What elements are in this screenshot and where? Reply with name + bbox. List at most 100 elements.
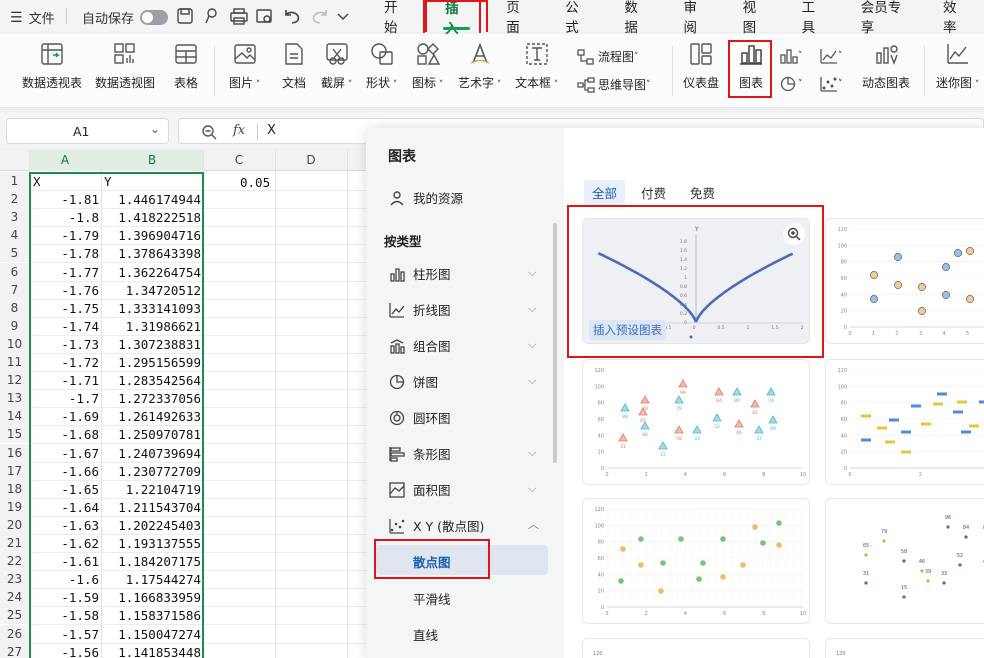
cell-b[interactable]: 1.34720512 — [126, 283, 201, 298]
nav-combo-chart[interactable]: 组合图 — [388, 336, 451, 355]
chart-template-5[interactable]: 120 100 80 60 40 20 0 0 2 4 6 8 10 — [582, 498, 810, 624]
cell-b[interactable]: 1.396904716 — [118, 228, 201, 243]
row-header[interactable]: 17 — [0, 461, 29, 480]
column-chart-dropdown[interactable]: ˅ — [780, 48, 803, 64]
cell-b[interactable]: 1.230772709 — [118, 464, 201, 479]
row-header[interactable]: 12 — [0, 371, 29, 390]
cell-a[interactable]: -1.56 — [61, 645, 99, 658]
line-chart-dropdown[interactable]: ˅ — [820, 48, 843, 64]
dynamic-chart-button[interactable]: 动态图表 — [862, 40, 910, 91]
cell-a[interactable]: -1.77 — [61, 265, 99, 280]
tab-efficiency[interactable]: 效率 — [925, 0, 984, 36]
file-menu[interactable]: ☰ 文件 — [10, 8, 55, 28]
tab-view[interactable]: 视图 — [725, 0, 784, 36]
tab-formula[interactable]: 公式 — [547, 0, 606, 36]
cell-a[interactable]: -1.79 — [61, 228, 99, 243]
picture-button[interactable]: 图片 ˅ — [229, 40, 260, 91]
spreadsheet-grid[interactable]: A B C D 1 X Y 2 -1.81 1.446174944 3 -1.8 1.41822… — [0, 150, 366, 658]
tab-home[interactable]: 开始 — [366, 0, 425, 36]
chart-template-6[interactable]: 96798488655852464631393315 — [825, 498, 984, 624]
row-header[interactable]: 20 — [0, 515, 29, 534]
row-header[interactable]: 3 — [0, 208, 29, 227]
cell-a[interactable]: -1.64 — [61, 500, 99, 515]
cell-a[interactable]: -1.76 — [61, 283, 99, 298]
cell-a[interactable]: -1.7 — [69, 391, 99, 406]
fx-icon[interactable]: fx — [233, 123, 245, 138]
brush-icon[interactable] — [205, 8, 217, 24]
cell-a[interactable]: -1.71 — [61, 373, 99, 388]
row-header[interactable]: 7 — [0, 280, 29, 299]
cell-a[interactable]: -1.67 — [61, 446, 99, 461]
cell-a[interactable]: -1.8 — [69, 210, 99, 225]
chart-template-2[interactable]: 1201008060402000123456 — [825, 218, 984, 344]
col-header-c[interactable]: C — [203, 150, 275, 171]
cell-a[interactable]: -1.66 — [61, 464, 99, 479]
cell-b[interactable]: 1.240739694 — [118, 446, 201, 461]
filter-paid[interactable]: 付费 — [633, 180, 674, 205]
dashboard-button[interactable]: 仪表盘 — [683, 40, 719, 91]
cell-b[interactable]: 1.307238831 — [118, 337, 201, 352]
tab-member[interactable]: 会员专享 — [843, 0, 925, 36]
nav-xy-scatter[interactable]: X Y (散点图) — [388, 516, 484, 535]
textbox-button[interactable]: 文本框 ˅ — [515, 40, 558, 91]
cell-a[interactable]: -1.81 — [61, 192, 99, 207]
cell-b[interactable]: 1.141853448 — [118, 645, 201, 658]
chevron-down-icon[interactable] — [337, 13, 349, 20]
chart-template-7[interactable]: 120 — [582, 638, 810, 658]
row-header[interactable]: 23 — [0, 570, 29, 589]
row-header[interactable]: 25 — [0, 606, 29, 625]
row-header[interactable]: 4 — [0, 226, 29, 245]
chart-template-3[interactable]: 120 100 80 60 40 20 0 0 2 4 6 8 10 88 78 46 79 96 84 80 74 82… — [582, 359, 810, 485]
row-header[interactable]: 13 — [0, 389, 29, 408]
tab-tools[interactable]: 工具 — [784, 0, 843, 36]
cell-a[interactable]: -1.78 — [61, 246, 99, 261]
row-header[interactable]: 16 — [0, 443, 29, 462]
chart-template-4[interactable]: 120100806040200024 — [825, 359, 984, 485]
cell-a[interactable]: -1.75 — [61, 301, 99, 316]
undo-icon[interactable] — [285, 10, 300, 24]
row-header[interactable]: 27 — [0, 642, 29, 658]
cell-a[interactable]: -1.63 — [61, 518, 99, 533]
cell-b[interactable]: 1.418222518 — [118, 210, 201, 225]
row-header[interactable]: 24 — [0, 588, 29, 607]
col-header-a[interactable]: A — [29, 150, 101, 171]
table-button[interactable]: 表格 — [172, 40, 200, 91]
zoom-icon[interactable] — [201, 124, 217, 140]
cell-b[interactable]: 1.193137555 — [118, 536, 201, 551]
cell-a[interactable]: -1.74 — [61, 319, 99, 334]
cell-b[interactable]: 1.31986621 — [126, 319, 201, 334]
cell-a[interactable]: -1.65 — [61, 482, 99, 497]
print-icon[interactable] — [230, 8, 248, 25]
cell-a[interactable]: X — [33, 174, 41, 189]
document-button[interactable]: 文档 — [280, 40, 308, 91]
cell-a[interactable]: -1.72 — [61, 355, 99, 370]
cell-c1[interactable]: 0.05 — [240, 175, 270, 190]
wordart-button[interactable]: 艺术字 ˅ — [458, 40, 501, 91]
cell-b[interactable]: 1.166833959 — [118, 590, 201, 605]
row-header[interactable]: 19 — [0, 497, 29, 516]
row-header[interactable]: 6 — [0, 262, 29, 281]
nav-bar-chart[interactable]: 条形图 — [388, 444, 451, 463]
pivot-chart-button[interactable]: 数据透视图 — [95, 40, 155, 91]
cell-b[interactable]: 1.362264754 — [118, 265, 201, 280]
cell-b[interactable]: Y — [104, 174, 112, 189]
tab-page[interactable]: 页面 — [488, 0, 547, 36]
save-icon[interactable] — [177, 8, 193, 24]
name-box[interactable]: A1 ⌄ — [6, 118, 169, 144]
icon-button[interactable]: 图标 ˅ — [412, 40, 443, 91]
cell-a[interactable]: -1.57 — [61, 627, 99, 642]
row-header[interactable]: 14 — [0, 407, 29, 426]
row-header[interactable]: 1 — [0, 172, 29, 190]
row-header[interactable]: 11 — [0, 353, 29, 371]
row-header[interactable]: 10 — [0, 334, 29, 353]
nav-my-resources[interactable]: 我的资源 — [388, 188, 463, 207]
cell-b[interactable]: 1.158371586 — [118, 608, 201, 623]
autosave-toggle[interactable]: 自动保存 — [82, 8, 169, 27]
cell-b[interactable]: 1.250970781 — [118, 427, 201, 442]
cell-a[interactable]: -1.59 — [61, 590, 99, 605]
cell-a[interactable]: -1.62 — [61, 536, 99, 551]
cell-a[interactable]: -1.73 — [61, 337, 99, 352]
pie-chart-dropdown[interactable]: ˅ — [780, 76, 803, 92]
row-header[interactable]: 18 — [0, 479, 29, 498]
col-header-d[interactable]: D — [275, 150, 347, 171]
